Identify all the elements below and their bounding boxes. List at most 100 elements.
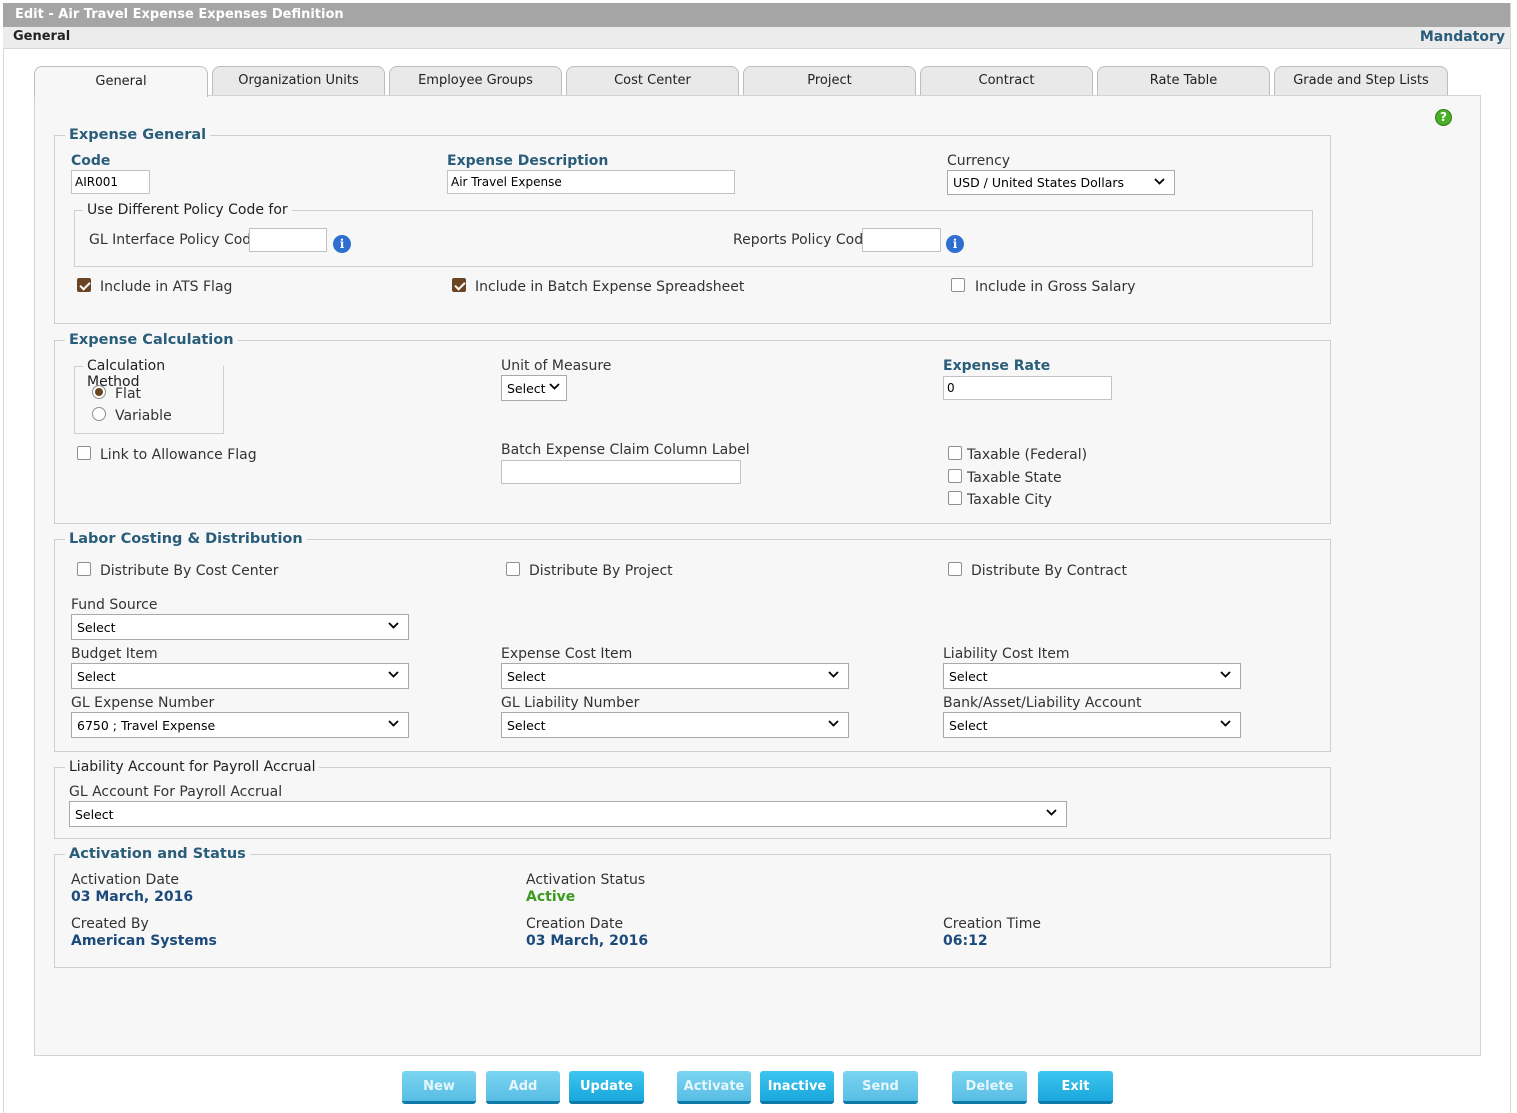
gl-expense-number-label: GL Expense Number — [71, 695, 215, 711]
frame-border-right — [1510, 3, 1511, 1113]
chevron-down-icon — [387, 619, 400, 632]
taxable-federal-label: Taxable (Federal) — [967, 447, 1088, 463]
chevron-down-icon — [387, 717, 400, 730]
batch-column-label: Batch Expense Claim Column Label — [501, 442, 750, 458]
frame-border-left — [3, 49, 4, 1113]
creation-date-value: 03 March, 2016 — [526, 933, 649, 949]
budget-item-value: Select — [77, 669, 116, 684]
gl-liability-number-value: Select — [507, 718, 546, 733]
expense-calculation-section: Expense Calculation — [54, 332, 1331, 524]
gl-expense-number-select[interactable]: 6750 ; Travel Expense — [71, 712, 409, 738]
chevron-down-icon — [1153, 175, 1166, 188]
taxable-city-checkbox[interactable] — [948, 491, 962, 505]
gross-salary-label: Include in Gross Salary — [975, 279, 1136, 295]
unit-of-measure-value: Select — [507, 381, 546, 396]
activate-button[interactable]: Activate — [677, 1071, 751, 1104]
budget-item-select[interactable]: Select — [71, 663, 409, 689]
tab-rate-table[interactable]: Rate Table — [1097, 66, 1270, 96]
fund-source-label: Fund Source — [71, 597, 158, 613]
budget-item-label: Budget Item — [71, 646, 158, 662]
tab-project[interactable]: Project — [743, 66, 916, 96]
gl-interface-policy-label: GL Interface Policy Code — [89, 232, 260, 248]
distribute-cost-center-checkbox[interactable] — [77, 562, 91, 576]
help-icon[interactable]: ? — [1435, 109, 1452, 126]
info-icon[interactable]: i — [946, 235, 964, 253]
expense-cost-item-select[interactable]: Select — [501, 663, 849, 689]
policy-code-legend: Use Different Policy Code for — [83, 202, 292, 218]
activation-status-label: Activation Status — [526, 872, 646, 888]
allowance-flag-label: Link to Allowance Flag — [100, 447, 257, 463]
batch-spreadsheet-checkbox[interactable] — [452, 278, 466, 292]
info-icon[interactable]: i — [333, 235, 351, 253]
tab-grade-and-step-lists[interactable]: Grade and Step Lists — [1274, 66, 1448, 96]
mandatory-label: Mandatory — [1419, 29, 1505, 45]
gl-liability-number-label: GL Liability Number — [501, 695, 640, 711]
expense-description-label: Expense Description — [447, 153, 609, 169]
distribute-contract-checkbox[interactable] — [948, 562, 962, 576]
chevron-down-icon — [1219, 717, 1232, 730]
delete-button[interactable]: Delete — [952, 1071, 1027, 1104]
update-button[interactable]: Update — [569, 1071, 644, 1104]
tab-organization-units[interactable]: Organization Units — [212, 66, 385, 96]
fund-source-select[interactable]: Select — [71, 614, 409, 640]
created-by-label: Created By — [71, 916, 149, 932]
distribute-project-label: Distribute By Project — [529, 563, 673, 579]
currency-select[interactable]: USD / United States Dollars — [947, 170, 1175, 195]
activation-date-label: Activation Date — [71, 872, 180, 888]
expense-cost-item-label: Expense Cost Item — [501, 646, 633, 662]
new-button[interactable]: New — [402, 1071, 476, 1104]
variable-radio[interactable] — [92, 407, 106, 421]
creation-date-label: Creation Date — [526, 916, 624, 932]
tab-cost-center[interactable]: Cost Center — [566, 66, 739, 96]
expense-general-legend: Expense General — [65, 127, 211, 143]
expense-description-input[interactable]: Air Travel Expense — [447, 170, 735, 194]
gl-interface-policy-input[interactable] — [249, 228, 327, 252]
distribute-project-checkbox[interactable] — [506, 562, 520, 576]
currency-label: Currency — [947, 153, 1011, 169]
payroll-accrual-legend: Liability Account for Payroll Accrual — [65, 759, 320, 775]
creation-time-value: 06:12 — [943, 933, 988, 949]
gl-expense-number-value: 6750 ; Travel Expense — [77, 718, 216, 733]
gl-account-accrual-label: GL Account For Payroll Accrual — [69, 784, 283, 800]
distribute-contract-label: Distribute By Contract — [971, 563, 1127, 579]
gl-liability-number-select[interactable]: Select — [501, 712, 849, 738]
liability-cost-item-label: Liability Cost Item — [943, 646, 1070, 662]
section-bar: General Mandatory — [3, 27, 1511, 49]
expense-calculation-legend: Expense Calculation — [65, 332, 238, 348]
calculation-method-legend: Calculation Method — [83, 358, 223, 390]
send-button[interactable]: Send — [843, 1071, 918, 1104]
unit-of-measure-select[interactable]: Select — [501, 375, 567, 401]
tab-employee-groups[interactable]: Employee Groups — [389, 66, 562, 96]
code-label: Code — [71, 153, 111, 169]
section-title: General — [13, 29, 71, 44]
allowance-flag-checkbox[interactable] — [77, 446, 91, 460]
fund-source-value: Select — [77, 620, 116, 635]
bank-account-select[interactable]: Select — [943, 712, 1241, 738]
taxable-state-checkbox[interactable] — [948, 469, 962, 483]
code-input[interactable]: AIR001 — [71, 170, 150, 194]
taxable-federal-checkbox[interactable] — [948, 446, 962, 460]
flat-radio[interactable] — [92, 385, 106, 399]
created-by-value: American Systems — [71, 933, 217, 949]
ats-flag-label: Include in ATS Flag — [100, 279, 233, 295]
tab-general[interactable]: General — [34, 66, 208, 97]
inactive-button[interactable]: Inactive — [760, 1071, 834, 1104]
activation-status-section: Activation and Status — [54, 846, 1331, 968]
liability-cost-item-select[interactable]: Select — [943, 663, 1241, 689]
chevron-down-icon — [548, 380, 561, 393]
activation-date-value: 03 March, 2016 — [71, 889, 194, 905]
expense-rate-input[interactable]: 0 — [943, 376, 1112, 400]
taxable-state-label: Taxable State — [967, 470, 1062, 486]
gl-account-accrual-select[interactable]: Select — [69, 801, 1067, 827]
ats-flag-checkbox[interactable] — [77, 278, 91, 292]
batch-column-input[interactable] — [501, 460, 741, 484]
add-button[interactable]: Add — [486, 1071, 560, 1104]
reports-policy-label: Reports Policy Code — [733, 232, 872, 248]
tab-contract[interactable]: Contract — [920, 66, 1093, 96]
gross-salary-checkbox[interactable] — [951, 278, 965, 292]
flat-label: Flat — [115, 386, 142, 402]
currency-value: USD / United States Dollars — [953, 175, 1125, 190]
exit-button[interactable]: Exit — [1038, 1071, 1113, 1104]
batch-spreadsheet-label: Include in Batch Expense Spreadsheet — [475, 279, 745, 295]
reports-policy-input[interactable] — [862, 228, 941, 252]
